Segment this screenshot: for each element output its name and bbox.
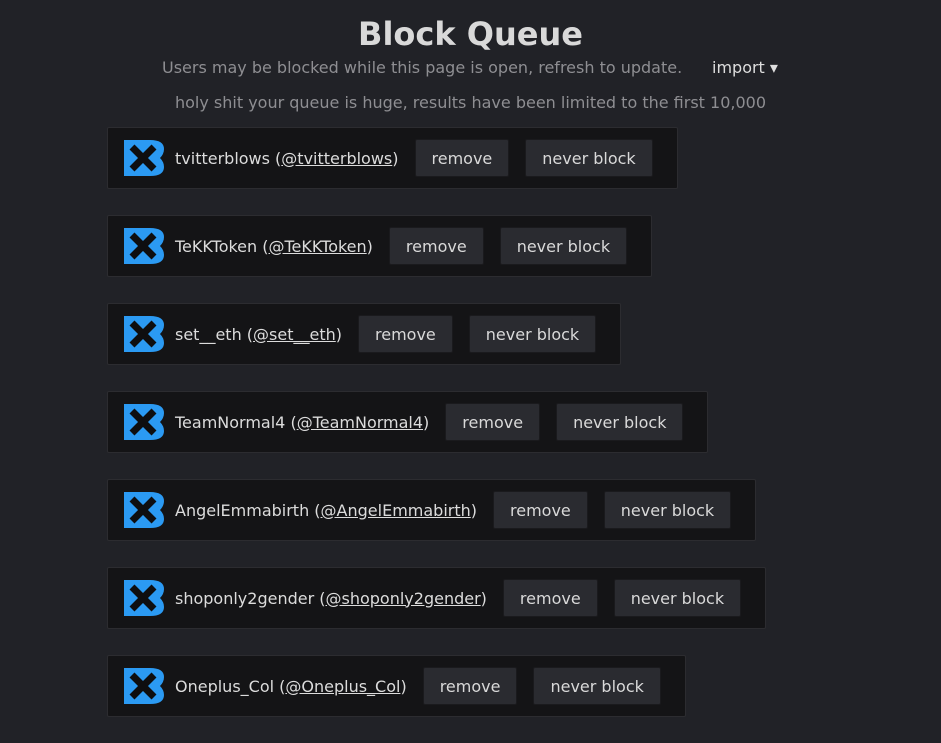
import-dropdown[interactable]: import ▾: [712, 58, 778, 77]
remove-button[interactable]: remove: [502, 579, 598, 617]
page-subtitle: Users may be blocked while this page is …: [162, 58, 683, 77]
never-block-button[interactable]: never block: [468, 315, 597, 353]
blue-x-logo-icon: [124, 228, 164, 264]
never-block-button[interactable]: never block: [613, 579, 742, 617]
queue-entry: Oneplus_Col (@Oneplus_Col) remove never …: [107, 655, 686, 717]
list-item: Oneplus_Col (@Oneplus_Col) remove never …: [107, 655, 766, 743]
blue-x-logo-icon: [124, 404, 164, 440]
remove-button[interactable]: remove: [388, 227, 484, 265]
user-name-label: set__eth (@set__eth): [175, 324, 343, 344]
user-handle-link[interactable]: @set__eth: [253, 325, 336, 344]
block-queue-list: tvitterblows (@tvitterblows) remove neve…: [107, 127, 767, 743]
never-block-button[interactable]: never block: [603, 491, 732, 529]
list-item: TeKKToken (@TeKKToken) remove never bloc…: [107, 215, 766, 303]
queue-entry: shoponly2gender (@shoponly2gender) remov…: [107, 567, 767, 629]
queue-entry: set__eth (@set__eth) remove never block: [107, 303, 622, 365]
remove-button[interactable]: remove: [414, 139, 510, 177]
queue-entry: TeKKToken (@TeKKToken) remove never bloc…: [107, 215, 653, 277]
user-name-label: TeKKToken (@TeKKToken): [175, 236, 373, 256]
list-item: shoponly2gender (@shoponly2gender) remov…: [107, 567, 767, 655]
user-handle-link[interactable]: @Oneplus_Col: [285, 677, 400, 696]
blue-x-logo-icon: [124, 140, 164, 176]
user-name-label: shoponly2gender (@shoponly2gender): [175, 588, 487, 608]
queue-limit-notice: holy shit your queue is huge, results ha…: [174, 93, 766, 112]
blue-x-logo-icon: [124, 580, 164, 616]
list-item: tvitterblows (@tvitterblows) remove neve…: [107, 127, 766, 215]
user-name-label: Oneplus_Col (@Oneplus_Col): [175, 676, 407, 696]
never-block-button[interactable]: never block: [525, 139, 653, 177]
blue-x-logo-icon: [124, 492, 164, 528]
user-name-label: TeamNormal4 (@TeamNormal4): [175, 412, 430, 432]
blue-x-logo-icon: [124, 668, 164, 704]
never-block-button[interactable]: never block: [556, 403, 684, 441]
remove-button[interactable]: remove: [358, 315, 453, 353]
queue-entry: tvitterblows (@tvitterblows) remove neve…: [107, 127, 678, 189]
user-name-label: AngelEmmabirth (@AngelEmmabirth): [175, 500, 478, 520]
queue-entry: AngelEmmabirth (@AngelEmmabirth) remove …: [107, 479, 757, 541]
page-title: Block Queue: [358, 15, 583, 53]
never-block-button[interactable]: never block: [533, 667, 661, 705]
user-name-label: tvitterblows (@tvitterblows): [175, 148, 399, 168]
user-handle-link[interactable]: @shoponly2gender: [326, 589, 481, 608]
remove-button[interactable]: remove: [422, 667, 518, 705]
remove-button[interactable]: remove: [493, 491, 588, 529]
remove-button[interactable]: remove: [445, 403, 541, 441]
list-item: set__eth (@set__eth) remove never block: [107, 303, 766, 391]
user-handle-link[interactable]: @tvitterblows: [281, 149, 392, 168]
blue-x-logo-icon: [124, 316, 164, 352]
list-item: AngelEmmabirth (@AngelEmmabirth) remove …: [107, 479, 766, 567]
user-handle-link[interactable]: @TeamNormal4: [297, 413, 423, 432]
list-item: TeamNormal4 (@TeamNormal4) remove never …: [107, 391, 766, 479]
queue-entry: TeamNormal4 (@TeamNormal4) remove never …: [107, 391, 709, 453]
user-handle-link[interactable]: @AngelEmmabirth: [321, 501, 471, 520]
user-handle-link[interactable]: @TeKKToken: [269, 237, 367, 256]
never-block-button[interactable]: never block: [499, 227, 628, 265]
